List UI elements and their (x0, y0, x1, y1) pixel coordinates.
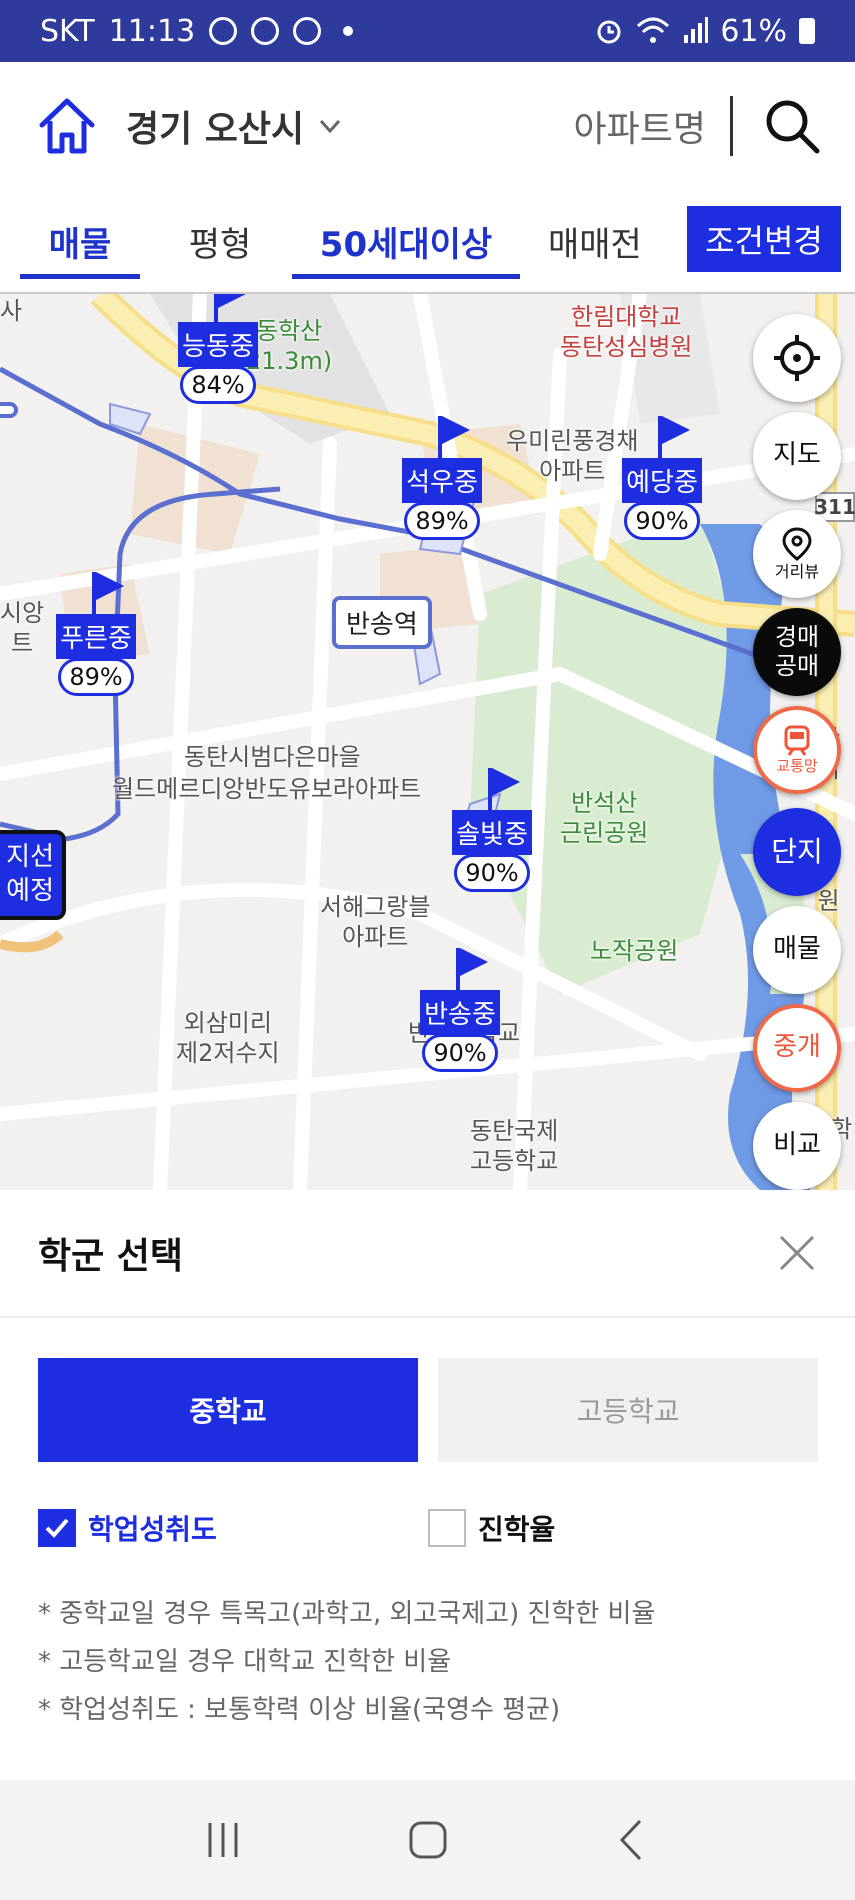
metric-checkboxes: 학업성취도 진학율 (38, 1508, 818, 1548)
compare-button[interactable]: 비교 (753, 1102, 841, 1190)
filter-households-tab[interactable]: 50세대이상 (292, 189, 520, 293)
school-percentage: 89% (404, 502, 480, 540)
park-label-1: 반석산 근린공원 (560, 789, 649, 847)
recent-apps-icon[interactable] (198, 1815, 248, 1865)
battery-label: 61% (720, 13, 787, 49)
filter-bar: 매물 평형 50세대이상 매매전 조건변경 (0, 190, 855, 294)
note-line: * 고등학교일 경우 대학교 진학한 비율 (38, 1647, 452, 1677)
transit-label: 교통망 (776, 757, 818, 775)
hospital-label: 한림대학교 동탄성심병원 (560, 303, 693, 361)
school-district-sheet: 학군 선택 중학교 고등학교 학업성취도 진학율 * 중학교일 경우 특목고(과… (0, 1190, 855, 1780)
transit-button[interactable]: 교통망 (753, 706, 841, 794)
sheet-header: 학군 선택 (0, 1190, 855, 1318)
school-percentage: 90% (454, 854, 530, 892)
auction-button[interactable]: 경매 공매 (753, 608, 841, 696)
listing-button[interactable]: 매물 (753, 906, 841, 994)
change-conditions-button[interactable]: 조건변경 (687, 206, 841, 272)
school-name: 반송중 (420, 990, 500, 1035)
status-bar: SKT 11:13 61% (0, 0, 855, 62)
checkbox-checked-icon (38, 1509, 76, 1547)
current-location-button[interactable] (753, 314, 841, 402)
filter-sale-tab[interactable]: 매매전 (548, 189, 658, 293)
map-button[interactable]: 지도 (753, 412, 841, 500)
home-icon[interactable] (34, 93, 100, 159)
mountain-label: 동학산 21.3m) (246, 317, 333, 375)
middle-school-button[interactable]: 중학교 (38, 1358, 418, 1462)
auction-label: 경매 공매 (774, 623, 820, 680)
station-left-label[interactable] (0, 402, 18, 418)
checkbox-unchecked-icon (428, 1509, 466, 1547)
high-school-button[interactable]: 고등학교 (438, 1358, 818, 1462)
apartment-poi-2a: 동탄시범다은마을 (184, 743, 361, 771)
left-edge-label: 시앙 트 (0, 599, 45, 657)
b-icon (251, 17, 280, 45)
school-name: 석우중 (402, 458, 482, 503)
time-label: 11:13 (108, 13, 196, 49)
advancement-rate-label: 진학율 (478, 1513, 556, 1546)
crosshair-icon (774, 335, 820, 381)
advancement-rate-checkbox[interactable]: 진학율 (428, 1508, 818, 1548)
school-name: 능동중 (178, 322, 258, 367)
school-name: 솔빛중 (452, 810, 532, 855)
app-header: 경기 오산시 아파트명 (0, 62, 855, 190)
note-line: * 학업성취도 : 보통학력 이상 비율(국영수 평균) (38, 1695, 561, 1725)
region-selector[interactable]: 경기 오산시 (126, 100, 342, 152)
school-poi-2: 동탄국제 고등학교 (470, 1117, 559, 1175)
school-percentage: 89% (58, 658, 134, 696)
school-level-segment: 중학교 고등학교 (38, 1358, 818, 1462)
signal-icon (684, 17, 709, 43)
carrier-label: SKT (40, 13, 95, 49)
notification-dot-icon (343, 26, 354, 36)
apartment-poi-3: 서해그랑블 아파트 (320, 893, 431, 951)
filter-listing-tab[interactable]: 매물 (20, 189, 140, 293)
street-view-button[interactable]: 거리뷰 (753, 510, 841, 598)
reservoir-label: 외삼미리 제2저수지 (176, 1009, 280, 1067)
school-name: 예당중 (622, 458, 702, 503)
close-icon[interactable] (777, 1233, 817, 1273)
street-view-label: 거리뷰 (774, 562, 820, 582)
filter-size-tab[interactable]: 평형 (160, 189, 280, 293)
top-left-label: 사 (0, 297, 23, 325)
home-nav-icon[interactable] (403, 1815, 453, 1865)
school-name: 푸른중 (56, 614, 136, 659)
wifi-icon (637, 17, 670, 43)
academic-achievement-checkbox[interactable]: 학업성취도 (38, 1508, 428, 1548)
wear-icon (209, 17, 238, 45)
back-icon[interactable] (608, 1815, 658, 1865)
school-percentage: 90% (624, 502, 700, 540)
train-icon (784, 725, 810, 756)
system-navigation-bar (0, 1780, 855, 1900)
battery-icon (799, 18, 815, 44)
academic-achievement-label: 학업성취도 (88, 1513, 217, 1546)
apartment-poi-1: 우미린풍경채 아파트 (506, 427, 639, 485)
alarm-icon (597, 20, 621, 44)
complex-button[interactable]: 단지 (753, 808, 841, 896)
school-percentage: 90% (422, 1034, 498, 1072)
park-label-2: 노작공원 (590, 937, 679, 965)
note-line: * 중학교일 경우 특목고(과학고, 외고국제고) 진학한 비율 (38, 1599, 656, 1629)
school-percentage: 84% (180, 366, 256, 404)
notes: * 중학교일 경우 특목고(과학고, 외고국제고) 진학한 비율 * 고등학교일… (38, 1590, 655, 1734)
station-bansong-label[interactable]: 반송역 (332, 596, 432, 649)
apartment-poi-2b: 월드메르디앙반도유보라아파트 (112, 775, 422, 803)
chevron-down-icon (320, 119, 341, 134)
sheet-title: 학군 선택 (38, 1236, 184, 1277)
location-pin-icon (782, 527, 812, 562)
broker-button[interactable]: 중개 (753, 1004, 841, 1092)
planned-line-badge[interactable]: 지선 예정 (0, 830, 66, 920)
apartment-search-field[interactable]: 아파트명 (574, 96, 733, 156)
region-label: 경기 오산시 (126, 109, 305, 150)
search-icon[interactable] (763, 97, 821, 155)
map-view[interactable]: 한림대학교 동탄성심병원 동학산 21.3m) 사 우미린풍경채 아파트 시앙 트 동탄… (0, 294, 855, 1190)
vk-icon (293, 17, 322, 45)
